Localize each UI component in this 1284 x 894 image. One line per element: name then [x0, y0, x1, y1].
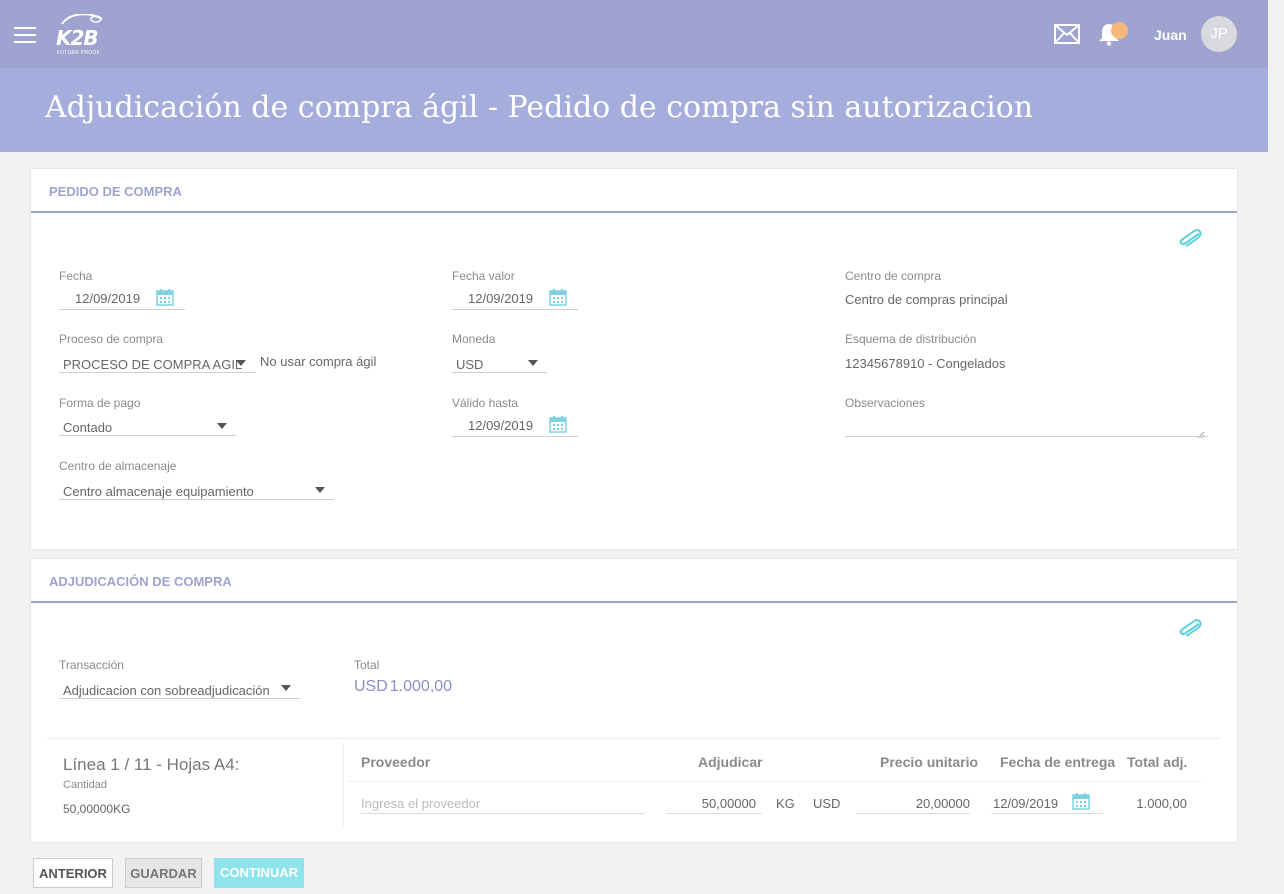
fecha-input[interactable]: 12/09/2019 — [75, 291, 140, 306]
line-box-border — [47, 738, 1221, 739]
chevron-down-icon[interactable] — [528, 360, 538, 366]
valido-hasta-input[interactable]: 12/09/2019 — [468, 418, 533, 433]
centro-almacenaje-underline — [59, 499, 334, 500]
moneda-underline — [452, 372, 547, 373]
menu-icon[interactable] — [14, 27, 36, 43]
chevron-down-icon[interactable] — [236, 360, 246, 366]
line-box-separator — [343, 742, 344, 828]
adjudicacion-section-divider — [31, 601, 1237, 603]
chevron-down-icon[interactable] — [315, 487, 325, 493]
adjudicacion-section-title: ADJUDICACIÓN DE COMPRA — [49, 574, 232, 589]
logo-tagline: FUTURE PROOF — [57, 50, 101, 56]
valido-hasta-underline — [452, 436, 578, 437]
total-adj-value: 1.000,00 — [1136, 796, 1187, 811]
anterior-button[interactable]: ANTERIOR — [33, 858, 113, 888]
total-currency: USD — [354, 678, 388, 695]
moneda-label: Moneda — [452, 332, 496, 346]
resize-handle-icon[interactable] — [1197, 426, 1205, 439]
fecha-valor-underline — [452, 309, 578, 310]
logo-swoosh-icon — [61, 14, 103, 25]
adjudicar-unit: KG — [776, 796, 795, 811]
esquema-label: Esquema de distribución — [845, 332, 977, 346]
adjudicar-underline — [666, 813, 762, 814]
forma-pago-underline — [59, 435, 236, 436]
scrollbar-track[interactable] — [1268, 0, 1284, 894]
fecha-entrega-input[interactable]: 12/09/2019 — [993, 796, 1058, 811]
observaciones-underline — [845, 436, 1208, 437]
pedido-section-title: PEDIDO DE COMPRA — [49, 184, 182, 199]
cantidad-value: 50,00000KG — [63, 802, 130, 816]
total-amount: 1.000,00 — [389, 678, 453, 695]
centro-compra-value: Centro de compras principal — [845, 292, 1008, 307]
fecha-valor-label: Fecha valor — [452, 269, 515, 283]
precio-underline — [856, 813, 970, 814]
col-header-adjudicar: Adjudicar — [698, 754, 763, 770]
k2b-logo[interactable]: K2B FUTURE PROOF — [56, 14, 108, 56]
observaciones-textarea[interactable] — [845, 418, 1207, 434]
linea-title: Línea 1 / 11 - Hojas A4: — [63, 755, 240, 774]
guardar-button[interactable]: GUARDAR — [125, 858, 202, 888]
col-header-proveedor: Proveedor — [361, 754, 431, 770]
chevron-down-icon[interactable] — [217, 423, 227, 429]
transaccion-label: Transacción — [59, 658, 124, 672]
forma-pago-select[interactable]: Contado — [63, 420, 112, 435]
cantidad-number: 50,00000 — [63, 802, 114, 816]
calendar-icon[interactable] — [549, 415, 567, 433]
notification-badge — [1111, 22, 1128, 39]
col-header-fecha: Fecha de entrega — [1000, 754, 1116, 770]
continuar-button[interactable]: CONTINUAR — [214, 858, 304, 888]
total-label: Total — [354, 658, 380, 672]
user-name[interactable]: Juan — [1154, 27, 1187, 43]
precio-currency: USD — [813, 796, 841, 811]
esquema-value: 12345678910 - Congelados — [845, 356, 1006, 371]
centro-compra-label: Centro de compra — [845, 269, 942, 283]
moneda-select[interactable]: USD — [456, 357, 483, 372]
col-header-precio: Precio unitario — [880, 754, 979, 770]
fecha-underline — [59, 309, 185, 310]
paperclip-icon[interactable] — [1177, 617, 1203, 643]
calendar-icon[interactable] — [549, 288, 567, 306]
precio-input[interactable]: 20,00000 — [856, 796, 970, 811]
no-usar-compra-agil-link[interactable]: No usar compra ágil — [260, 354, 376, 369]
forma-pago-label: Forma de pago — [59, 396, 141, 410]
fecha-valor-input[interactable]: 12/09/2019 — [468, 291, 533, 306]
mail-icon[interactable] — [1054, 24, 1080, 44]
centro-almacenaje-select[interactable]: Centro almacenaje equipamiento — [63, 484, 254, 499]
cantidad-unit: KG — [113, 802, 131, 816]
transaccion-select[interactable]: Adjudicacion con sobreadjudicación — [63, 683, 270, 698]
observaciones-label: Observaciones — [845, 396, 926, 410]
proceso-compra-label: Proceso de compra — [59, 332, 164, 346]
valido-hasta-label: Válido hasta — [452, 396, 519, 410]
fecha-label: Fecha — [59, 269, 93, 283]
total-value: USD 1.000,00 — [354, 678, 452, 696]
calendar-icon[interactable] — [1072, 792, 1090, 810]
chevron-down-icon[interactable] — [281, 685, 291, 691]
transaccion-underline — [59, 698, 300, 699]
col-header-total: Total adj. — [1127, 754, 1188, 770]
avatar[interactable]: JP — [1201, 16, 1237, 52]
proveedor-input[interactable]: Ingresa el proveedor — [361, 796, 645, 811]
pedido-section-divider — [31, 211, 1237, 213]
centro-almacenaje-label: Centro de almacenaje — [59, 459, 177, 473]
adjudicar-input[interactable]: 50,00000 — [666, 796, 756, 811]
paperclip-icon[interactable] — [1177, 227, 1203, 253]
page-title: Adjudicación de compra ágil - Pedido de … — [45, 90, 1034, 125]
fecha-entrega-underline — [991, 813, 1103, 814]
proceso-compra-underline — [59, 372, 256, 373]
cantidad-label: Cantidad — [63, 779, 108, 791]
proceso-compra-select[interactable]: PROCESO DE COMPRA AGIL — [63, 357, 242, 372]
logo-text: K2B — [56, 26, 99, 50]
proveedor-underline — [361, 813, 645, 814]
calendar-icon[interactable] — [156, 288, 174, 306]
